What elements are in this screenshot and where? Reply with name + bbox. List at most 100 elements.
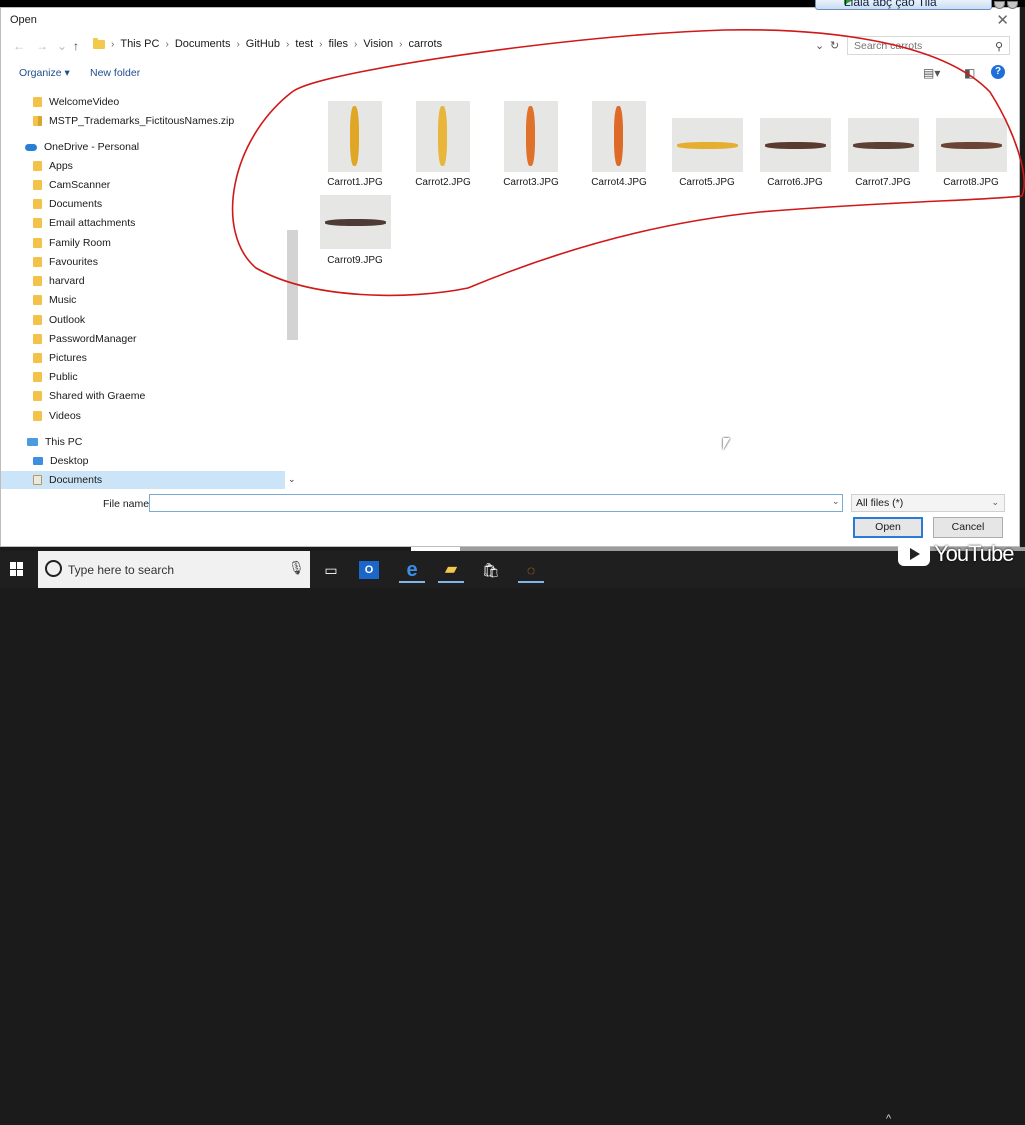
nav-item-public[interactable]: Public — [1, 368, 285, 386]
breadcrumb: › This PC › Documents › GitHub › test › … — [93, 37, 448, 50]
cancel-button[interactable]: Cancel — [933, 517, 1003, 538]
carrot-image — [614, 106, 623, 166]
minimize-extension-icon[interactable] — [994, 1, 1005, 9]
up-arrow-icon[interactable]: ↑ — [73, 39, 79, 53]
nav-item-videos[interactable]: Videos — [1, 407, 285, 425]
nav-item-family-room[interactable]: Family Room — [1, 234, 285, 252]
store-icon[interactable]: 🛍 — [478, 557, 504, 583]
breadcrumb-vision[interactable]: Vision — [363, 38, 399, 50]
nav-item-label: Pictures — [49, 352, 87, 364]
nav-item-mstp-trademarks-fictitousnames-zip[interactable]: MSTP_Trademarks_FictitousNames.zip — [1, 112, 285, 130]
mouse-cursor — [723, 438, 730, 450]
refresh-icon[interactable]: ↻ — [830, 39, 839, 52]
organize-button[interactable]: Organize ▾ — [19, 67, 70, 79]
nav-item-apps[interactable]: Apps — [1, 157, 285, 175]
nav-item-this-pc[interactable]: This PC — [1, 433, 285, 451]
tray-expand-icon[interactable]: ^ — [886, 1113, 891, 1125]
file-item[interactable]: Carrot7.JPG — [843, 95, 923, 188]
nav-item-documents[interactable]: Documents — [1, 471, 285, 489]
change-view-icon[interactable]: ▤▾ — [923, 66, 940, 80]
nav-item-label: Music — [49, 294, 77, 306]
file-item[interactable]: Carrot3.JPG — [491, 95, 571, 188]
file-name-dropdown-icon[interactable]: ⌄ — [832, 496, 840, 507]
breadcrumb-documents[interactable]: Documents — [175, 38, 237, 50]
open-button[interactable]: Open — [853, 517, 923, 538]
close-extension-icon[interactable] — [1007, 1, 1018, 9]
extension-button-label: Liaia abç çao Tilã — [844, 0, 937, 9]
help-icon[interactable]: ? — [991, 65, 1005, 79]
jupyter-icon[interactable]: ◌ — [518, 557, 544, 583]
folder-icon — [33, 372, 42, 382]
nav-item-outlook[interactable]: Outlook — [1, 311, 285, 329]
nav-item-music[interactable]: Music — [1, 291, 285, 309]
edge-icon[interactable]: e — [399, 557, 425, 583]
file-name-input[interactable] — [149, 494, 843, 512]
nav-item-welcomevideo[interactable]: WelcomeVideo — [1, 93, 285, 111]
nav-item-harvard[interactable]: harvard — [1, 272, 285, 290]
address-dropdown-icon[interactable]: ⌄ — [815, 39, 824, 52]
nav-item-onedrive-personal[interactable]: OneDrive - Personal — [1, 138, 285, 156]
breadcrumb-github[interactable]: GitHub — [246, 38, 286, 50]
breadcrumb-files[interactable]: files — [328, 38, 354, 50]
breadcrumb-separator-icon: › — [399, 38, 403, 50]
nav-item-documents[interactable]: Documents — [1, 195, 285, 213]
nav-item-label: Documents — [49, 198, 103, 210]
breadcrumb-test[interactable]: test — [295, 38, 319, 50]
zip-folder-icon — [33, 116, 42, 126]
navigation-pane: WelcomeVideo MSTP_Trademarks_FictitousNam… — [1, 87, 299, 489]
scroll-down-chevron-icon[interactable]: ⌄ — [288, 474, 296, 485]
file-item[interactable]: Carrot8.JPG — [931, 95, 1011, 188]
breadcrumb-separator-icon: › — [236, 38, 240, 50]
task-view-icon[interactable]: ▭ — [318, 557, 344, 583]
close-icon[interactable]: ✕ — [996, 11, 1009, 29]
outlook-icon[interactable]: O — [359, 561, 379, 579]
file-type-filter[interactable]: All files (*) ⌄ — [851, 494, 1005, 512]
carrot-image — [764, 142, 826, 149]
file-item[interactable]: Carrot1.JPG — [315, 95, 395, 188]
file-explorer-icon[interactable]: ▰ — [438, 557, 464, 583]
nav-item-favourites[interactable]: Favourites — [1, 253, 285, 271]
forward-arrow-icon[interactable]: → — [36, 39, 48, 53]
file-name: Carrot3.JPG — [503, 177, 559, 188]
nav-item-shared-with-graeme[interactable]: Shared with Graeme — [1, 387, 285, 405]
file-item[interactable]: Carrot6.JPG — [755, 95, 835, 188]
folder-icon — [33, 295, 42, 305]
nav-item-label: Shared with Graeme — [49, 390, 146, 402]
carrot-image — [852, 142, 914, 149]
new-folder-button[interactable]: New folder — [90, 67, 140, 79]
recent-locations-chevron-icon[interactable]: ⌄ — [57, 39, 67, 53]
folder-icon — [33, 218, 42, 228]
back-arrow-icon[interactable]: ← — [13, 39, 25, 53]
nav-scrollbar[interactable] — [287, 230, 298, 340]
desktop-icon — [33, 457, 43, 465]
search-icon[interactable]: ⚲ — [995, 40, 1003, 53]
nav-item-desktop[interactable]: Desktop — [1, 452, 285, 470]
microphone-icon[interactable]: 🎙 — [288, 560, 305, 576]
nav-item-pictures[interactable]: Pictures — [1, 349, 285, 367]
title-bar: Open ✕ — [1, 8, 1019, 32]
folder-icon — [33, 199, 42, 209]
file-item[interactable]: Carrot5.JPG — [667, 95, 747, 188]
documents-icon — [33, 475, 42, 485]
folder-icon — [33, 411, 42, 421]
windows-start-icon[interactable] — [10, 562, 24, 576]
nav-item-passwordmanager[interactable]: PasswordManager — [1, 330, 285, 348]
search-input[interactable] — [848, 37, 984, 54]
file-type-filter-value: All files (*) — [856, 497, 904, 509]
breadcrumb-this-pc[interactable]: This PC — [120, 38, 165, 50]
nav-item-email-attachments[interactable]: Email attachments — [1, 214, 285, 232]
image-thumbnail — [504, 101, 558, 172]
file-name: Carrot6.JPG — [767, 177, 823, 188]
breadcrumb-carrots[interactable]: carrots — [408, 38, 448, 50]
file-item[interactable]: Carrot4.JPG — [579, 95, 659, 188]
file-item[interactable]: Carrot9.JPG — [315, 173, 395, 266]
file-item[interactable]: Carrot2.JPG — [403, 95, 483, 188]
taskbar-search[interactable]: Type here to search 🎙 — [38, 551, 310, 588]
file-name: Carrot4.JPG — [591, 177, 647, 188]
onedrive-cloud-icon — [25, 143, 37, 151]
youtube-text: YouTube — [934, 541, 1014, 566]
folder-icon — [33, 334, 42, 344]
nav-item-camscanner[interactable]: CamScanner — [1, 176, 285, 194]
extension-button[interactable]: Liaia abç çao Tilã — [815, 0, 992, 10]
preview-pane-icon[interactable]: ◧ — [964, 66, 975, 80]
